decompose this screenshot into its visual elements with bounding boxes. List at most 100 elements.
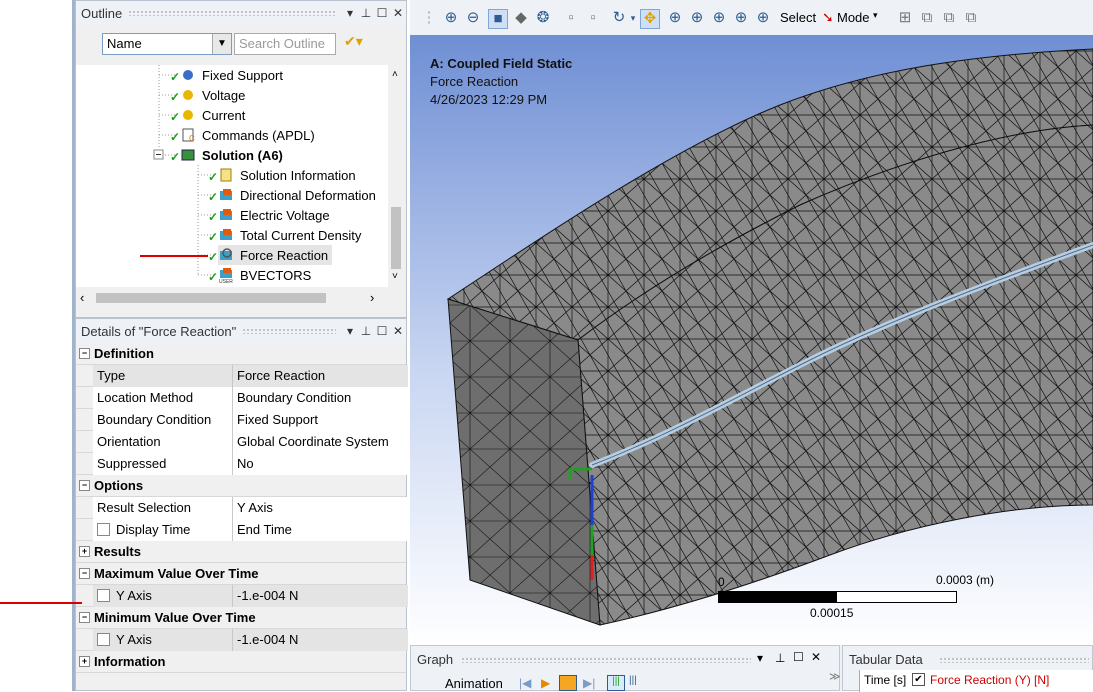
scroll-thumb[interactable] (96, 293, 326, 303)
parameter-checkbox[interactable] (97, 523, 110, 536)
dropdown-icon[interactable]: ▾ (757, 651, 763, 665)
maximize-icon[interactable]: ☐ (374, 6, 390, 20)
mesh-model[interactable] (410, 35, 1093, 645)
series-checkbox[interactable]: ✔ (912, 673, 925, 686)
close-icon[interactable]: ✕ (811, 650, 821, 664)
maximize-icon[interactable]: ☐ (793, 650, 804, 664)
close-icon[interactable]: ✕ (390, 324, 406, 338)
row-boundary-condition[interactable]: Boundary Condition Fixed Support (76, 408, 408, 431)
zoom-to-fit-icon[interactable]: ⊕ (710, 9, 728, 27)
tree-item-bvectors[interactable]: ✓ USER BVECTORS (208, 265, 311, 286)
section-min-over-time[interactable]: − Minimum Value Over Time (76, 607, 406, 629)
distributed-frames-icon[interactable]: ||| (629, 675, 645, 689)
section-options[interactable]: − Options (76, 475, 406, 497)
maximize-icon[interactable]: ☐ (374, 324, 390, 338)
scroll-up-icon[interactable]: ˄ (392, 69, 398, 80)
row-min-y-axis[interactable]: Y Axis -1.e-004 N (76, 628, 408, 651)
filter-select[interactable]: Name ▼ (102, 33, 232, 55)
skip-forward-icon[interactable]: ▶| (583, 676, 595, 690)
expand-icon[interactable]: + (79, 546, 90, 557)
tree-horizontal-scrollbar[interactable]: ‹ › (76, 289, 388, 307)
zoom-box-icon[interactable]: ⊕ (688, 9, 706, 27)
cursor-icon[interactable]: ➘ (822, 9, 834, 26)
pan-icon[interactable]: ✥ (640, 9, 660, 29)
tree-item-current[interactable]: ✓ Current (170, 105, 245, 125)
scroll-thumb[interactable] (391, 207, 401, 269)
tree-item-voltage[interactable]: ✓ Voltage (170, 85, 245, 105)
mode-dropdown[interactable]: Mode (837, 10, 870, 25)
row-location-method[interactable]: Location Method Boundary Condition (76, 386, 408, 409)
section-definition[interactable]: − Definition (76, 343, 406, 365)
zoom-icon[interactable]: ⊕ (666, 9, 684, 27)
row-max-y-axis[interactable]: Y Axis -1.e-004 N (76, 584, 408, 607)
select-face-icon[interactable]: ⧉ (940, 9, 958, 27)
select-label[interactable]: Select (780, 10, 816, 25)
stop-icon[interactable] (559, 675, 577, 691)
expand-icon[interactable]: + (79, 656, 90, 667)
zoom-out-icon[interactable]: ⊖ (464, 9, 482, 27)
row-suppressed[interactable]: Suppressed No (76, 452, 408, 475)
column-time[interactable]: Time [s] (864, 673, 906, 687)
frames-icon[interactable]: ||| (607, 675, 625, 691)
search-input[interactable]: Search Outline (234, 33, 336, 55)
property-value[interactable]: End Time (233, 518, 408, 541)
play-icon[interactable]: ▶ (541, 676, 550, 690)
row-type[interactable]: Type Force Reaction (76, 364, 408, 387)
zoom-in-icon[interactable]: ⊕ (442, 9, 460, 27)
property-value[interactable]: Global Coordinate System (233, 430, 408, 453)
drag-grip[interactable] (242, 328, 336, 334)
drag-grip[interactable] (939, 657, 1089, 663)
scroll-down-icon[interactable]: ˅ (392, 271, 398, 282)
scroll-left-icon[interactable]: ‹ (80, 290, 84, 305)
tree-item-force-reaction[interactable]: ✓ Force Reaction (208, 245, 333, 265)
collapse-chevron-icon[interactable]: ≫ (829, 670, 841, 683)
section-results[interactable]: + Results (76, 541, 406, 563)
view-cube-icon[interactable]: ❂ (534, 9, 552, 27)
pin-icon[interactable]: ⊥ (358, 6, 374, 20)
collapse-icon[interactable]: − (79, 612, 90, 623)
tree-item-solution[interactable]: ✓ Solution (A6) (170, 145, 283, 165)
tree-item-solution-information[interactable]: ✓ Solution Information (208, 165, 356, 185)
collapse-icon[interactable]: − (79, 568, 90, 579)
select-body-icon[interactable]: ⧉ (962, 9, 980, 27)
dropdown-icon[interactable]: ▾ (342, 324, 358, 338)
select-edge-icon[interactable]: ⧉ (918, 9, 936, 27)
drag-grip[interactable] (461, 657, 751, 663)
close-icon[interactable]: ✕ (390, 6, 406, 20)
parameter-checkbox[interactable] (97, 589, 110, 602)
pin-icon[interactable]: ⊥ (358, 324, 374, 338)
search-icon[interactable]: ⊕ (754, 9, 772, 27)
section-max-over-time[interactable]: − Maximum Value Over Time (76, 563, 406, 585)
skip-back-icon[interactable]: |◀ (519, 676, 531, 690)
chevron-down-icon[interactable]: ▾ (873, 10, 878, 21)
property-value[interactable]: Boundary Condition (233, 386, 408, 409)
property-value[interactable]: Y Axis (233, 496, 408, 519)
tree-item-fixed-support[interactable]: ✓ Fixed Support (170, 65, 283, 85)
chevron-down-icon[interactable]: ▼ (212, 34, 231, 54)
show-mesh-icon[interactable]: ◆ (512, 9, 530, 27)
row-display-time[interactable]: Display Time End Time (76, 518, 408, 541)
graphics-viewport[interactable]: A: Coupled Field Static Force Reaction 4… (410, 35, 1093, 645)
search-options-icon[interactable]: ✔▾ (344, 33, 374, 55)
dropdown-icon[interactable]: ▾ (342, 6, 358, 20)
pin-icon[interactable]: ⊥ (775, 651, 785, 665)
section-information[interactable]: + Information (76, 651, 406, 673)
scroll-right-icon[interactable]: › (370, 290, 374, 305)
row-orientation[interactable]: Orientation Global Coordinate System (76, 430, 408, 453)
previous-view-icon[interactable]: ▫ (562, 9, 580, 27)
row-result-selection[interactable]: Result Selection Y Axis (76, 496, 408, 519)
drag-grip[interactable] (128, 10, 336, 16)
next-view-icon[interactable]: ▫ (584, 9, 602, 27)
tree-item-commands[interactable]: ✓ C Commands (APDL) (170, 125, 315, 145)
tree-item-electric-voltage[interactable]: ✓ Electric Voltage (208, 205, 330, 225)
tree-vertical-scrollbar[interactable]: ˄ ˅ (388, 65, 404, 287)
magnifier-icon[interactable]: ⊕ (732, 9, 750, 27)
property-value[interactable]: No (233, 452, 408, 475)
column-force-reaction[interactable]: Force Reaction (Y) [N] (930, 673, 1049, 687)
box-select-icon[interactable]: ■ (488, 9, 508, 29)
select-vertex-icon[interactable]: ⊞ (896, 9, 914, 27)
parameter-checkbox[interactable] (97, 633, 110, 646)
property-value[interactable]: Fixed Support (233, 408, 408, 431)
collapse-icon[interactable]: − (79, 480, 90, 491)
tree-item-total-current-density[interactable]: ✓ Total Current Density (208, 225, 361, 245)
